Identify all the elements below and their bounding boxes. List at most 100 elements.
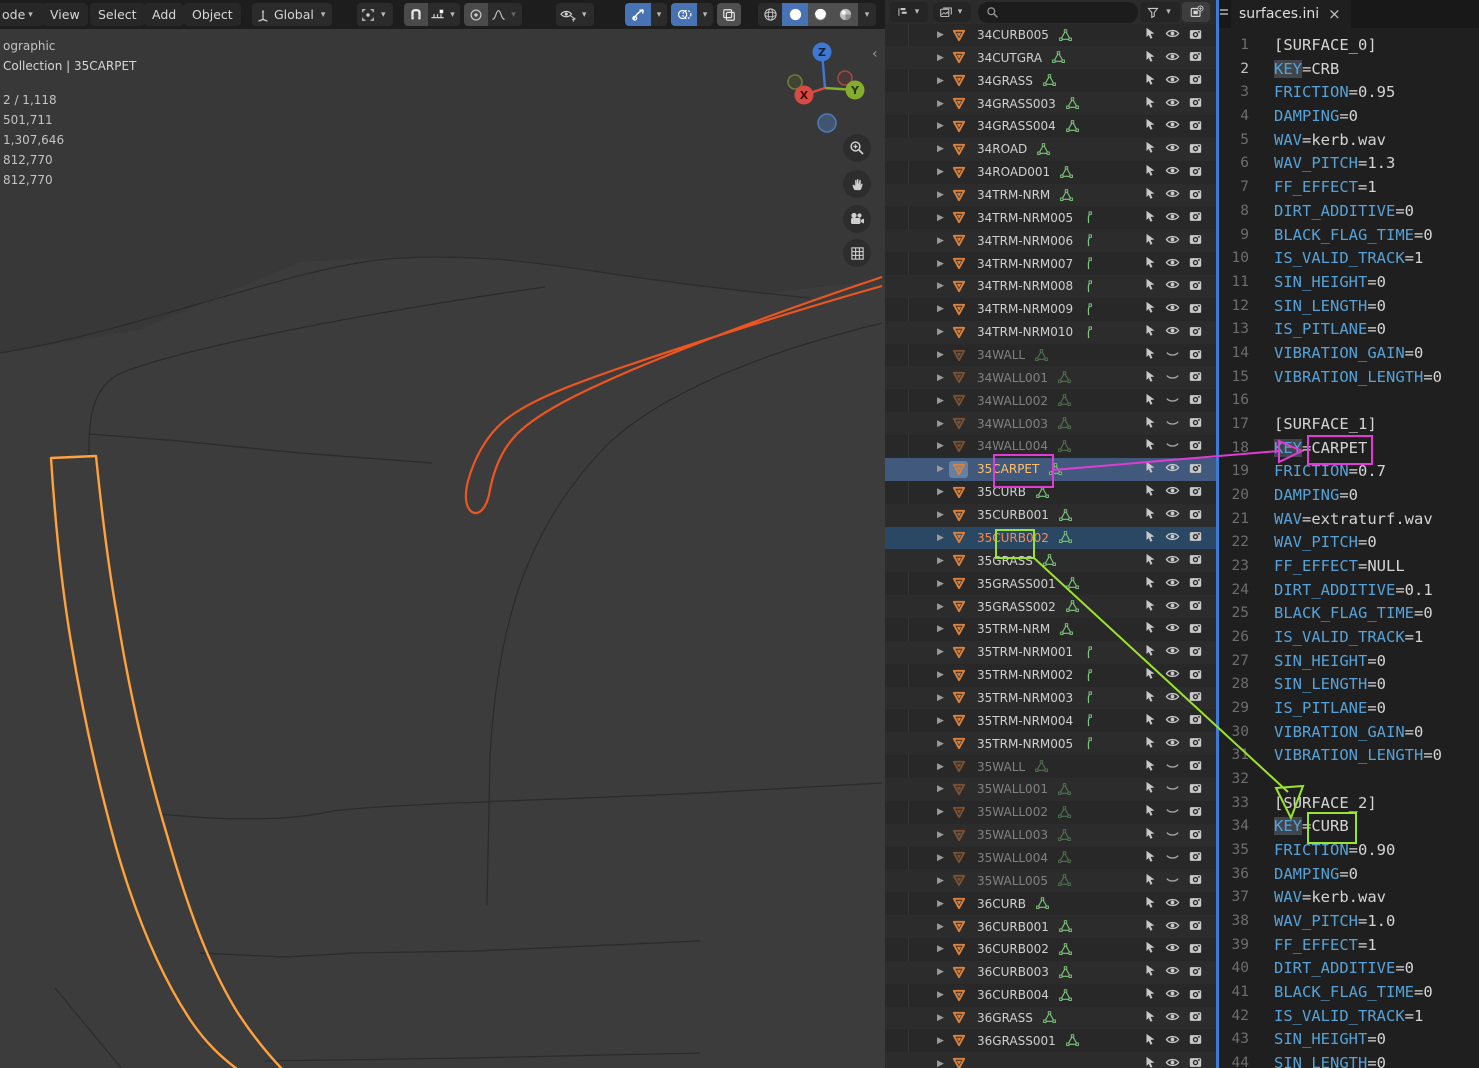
- expand-arrow-icon[interactable]: ▶: [937, 693, 949, 703]
- render-toggle[interactable]: [1188, 689, 1203, 706]
- expand-arrow-icon[interactable]: ▶: [937, 327, 949, 337]
- render-toggle[interactable]: [1188, 507, 1203, 524]
- object-name[interactable]: 35WALL005: [977, 874, 1048, 888]
- visibility-toggle[interactable]: [1165, 780, 1180, 798]
- outliner-row-34trm-nrm007[interactable]: ▶ 34TRM-NRM007: [885, 252, 1216, 275]
- selectable-toggle[interactable]: [1143, 437, 1157, 455]
- object-icon[interactable]: [949, 987, 968, 1004]
- object-name[interactable]: 35TRM-NRM002: [977, 668, 1073, 682]
- object-name[interactable]: 34WALL003: [977, 417, 1048, 431]
- visibility-toggle[interactable]: [1165, 506, 1180, 524]
- expand-arrow-icon[interactable]: ▶: [937, 441, 949, 451]
- pan-tool-button[interactable]: [843, 170, 871, 198]
- object-icon[interactable]: [949, 689, 968, 706]
- selectable-toggle[interactable]: [1143, 392, 1157, 410]
- snap-toggle-button[interactable]: [404, 3, 428, 26]
- render-toggle[interactable]: [1188, 575, 1203, 592]
- expand-arrow-icon[interactable]: ▶: [937, 213, 949, 223]
- object-icon[interactable]: [949, 187, 968, 204]
- code-line-23[interactable]: 23FF_EFFECT=NULL: [1219, 554, 1479, 578]
- object-name[interactable]: 34TRM-NRM007: [977, 257, 1073, 271]
- expand-arrow-icon[interactable]: ▶: [937, 1013, 949, 1023]
- viewport-3d[interactable]: ographic Collection | 35CARPET 2 / 1,118…: [0, 0, 885, 1068]
- code-line-12[interactable]: 12SIN_LENGTH=0: [1219, 294, 1479, 318]
- code-line-1[interactable]: 1[SURFACE_0]: [1219, 33, 1479, 57]
- outline-selected-curb[interactable]: [466, 277, 882, 513]
- show-overlays-toggle[interactable]: [671, 3, 697, 26]
- tab-surfaces-ini[interactable]: surfaces.ini ×: [1231, 0, 1351, 28]
- visibility-toggle[interactable]: [1165, 1032, 1180, 1050]
- object-icon[interactable]: [949, 552, 968, 569]
- selectable-toggle[interactable]: [1143, 598, 1157, 616]
- selectable-toggle[interactable]: [1143, 620, 1157, 638]
- object-name[interactable]: 35TRM-NRM005: [977, 737, 1073, 751]
- outliner-row-34trm-nrm009[interactable]: ▶ 34TRM-NRM009: [885, 298, 1216, 321]
- object-name[interactable]: 34WALL: [977, 348, 1025, 362]
- outliner-row-34curb005[interactable]: ▶ 34CURB005: [885, 24, 1216, 47]
- render-toggle[interactable]: [1188, 187, 1203, 204]
- visibility-toggle[interactable]: [1165, 232, 1180, 250]
- object-name[interactable]: 34CUTGRA: [977, 51, 1042, 65]
- render-toggle[interactable]: [1188, 118, 1203, 135]
- object-icon[interactable]: [949, 827, 968, 844]
- expand-arrow-icon[interactable]: ▶: [937, 259, 949, 269]
- selectable-toggle[interactable]: [1143, 689, 1157, 707]
- expand-arrow-icon[interactable]: ▶: [937, 647, 949, 657]
- object-icon[interactable]: [949, 644, 968, 661]
- outliner-row-34grass[interactable]: ▶ 34GRASS: [885, 69, 1216, 92]
- new-collection-button[interactable]: [1182, 2, 1210, 22]
- selectable-toggle[interactable]: [1143, 483, 1157, 501]
- outliner-row-34wall[interactable]: ▶ 34WALL: [885, 344, 1216, 367]
- code-area[interactable]: 1[SURFACE_0]2KEY=CRB3FRICTION=0.954DAMPI…: [1219, 33, 1479, 1068]
- expand-arrow-icon[interactable]: ▶: [937, 76, 949, 86]
- expand-arrow-icon[interactable]: ▶: [937, 350, 949, 360]
- render-toggle[interactable]: [1188, 781, 1203, 798]
- expand-arrow-icon[interactable]: ▶: [937, 922, 949, 932]
- visibility-toggle[interactable]: [1165, 300, 1180, 318]
- selectable-toggle[interactable]: [1143, 735, 1157, 753]
- visibility-toggle[interactable]: [1165, 1055, 1180, 1068]
- object-name[interactable]: 36CURB004: [977, 988, 1049, 1002]
- render-toggle[interactable]: [1188, 415, 1203, 432]
- code-line-6[interactable]: 6WAV_PITCH=1.3: [1219, 152, 1479, 176]
- object-icon[interactable]: [949, 95, 968, 112]
- selectable-toggle[interactable]: [1143, 49, 1157, 67]
- object-type-visibility-dropdown[interactable]: ▾: [556, 3, 594, 26]
- visibility-toggle[interactable]: [1165, 209, 1180, 227]
- render-toggle[interactable]: [1188, 369, 1203, 386]
- expand-arrow-icon[interactable]: ▶: [937, 624, 949, 634]
- object-icon[interactable]: [949, 27, 968, 44]
- outliner-row-34trm-nrm005[interactable]: ▶ 34TRM-NRM005: [885, 206, 1216, 229]
- code-line-20[interactable]: 20DAMPING=0: [1219, 483, 1479, 507]
- selectable-toggle[interactable]: [1143, 300, 1157, 318]
- code-line-36[interactable]: 36DAMPING=0: [1219, 862, 1479, 886]
- render-toggle[interactable]: [1188, 209, 1203, 226]
- object-name[interactable]: 36CURB003: [977, 965, 1049, 979]
- object-icon[interactable]: [949, 667, 968, 684]
- outliner-row-35trm-nrm[interactable]: ▶ 35TRM-NRM: [885, 618, 1216, 641]
- render-toggle[interactable]: [1188, 895, 1203, 912]
- visibility-toggle[interactable]: [1165, 95, 1180, 113]
- object-icon[interactable]: [949, 758, 968, 775]
- visibility-toggle[interactable]: [1165, 72, 1180, 90]
- expand-arrow-icon[interactable]: ▶: [937, 716, 949, 726]
- object-icon[interactable]: [949, 461, 968, 478]
- expand-arrow-icon[interactable]: ▶: [937, 167, 949, 177]
- camera-view-button[interactable]: [843, 205, 871, 233]
- object-icon[interactable]: [949, 141, 968, 158]
- expand-arrow-icon[interactable]: ▶: [937, 807, 949, 817]
- outliner-row-36curb002[interactable]: ▶ 36CURB002: [885, 938, 1216, 961]
- code-line-41[interactable]: 41BLACK_FLAG_TIME=0: [1219, 980, 1479, 1004]
- object-name[interactable]: 34WALL002: [977, 394, 1048, 408]
- selectable-toggle[interactable]: [1143, 1055, 1157, 1068]
- code-line-18[interactable]: 18KEY=CARPET: [1219, 436, 1479, 460]
- object-name[interactable]: 34GRASS004: [977, 119, 1056, 133]
- expand-arrow-icon[interactable]: ▶: [937, 579, 949, 589]
- render-toggle[interactable]: [1188, 347, 1203, 364]
- selectable-toggle[interactable]: [1143, 712, 1157, 730]
- toggle-ortho-button[interactable]: [843, 239, 871, 267]
- selectable-toggle[interactable]: [1143, 872, 1157, 890]
- object-name[interactable]: 35WALL: [977, 760, 1025, 774]
- object-icon[interactable]: [949, 964, 968, 981]
- visibility-toggle[interactable]: [1165, 872, 1180, 890]
